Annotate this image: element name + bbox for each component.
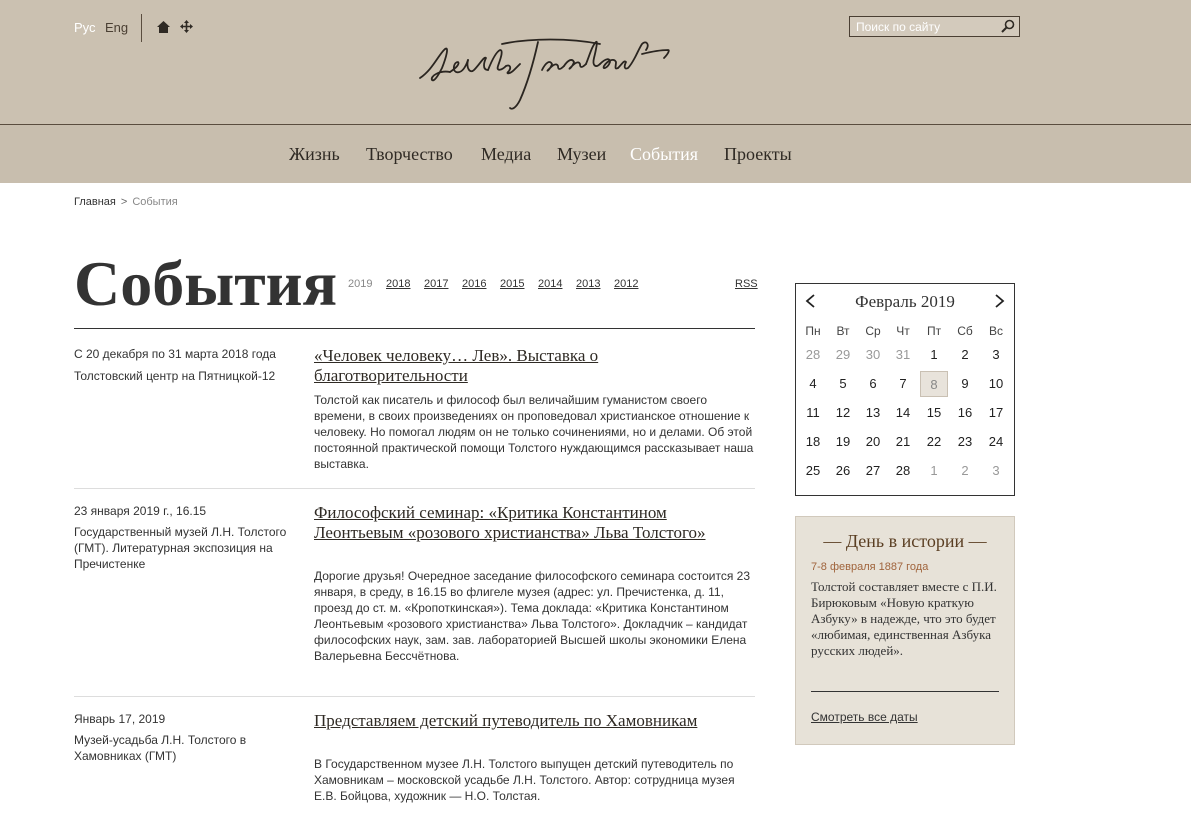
calendar-month: Февраль 2019 [855, 292, 955, 311]
calendar-day[interactable]: 25 [799, 458, 827, 484]
calendar-weekday: Пн [805, 324, 821, 338]
event-place: Толстовский центр на Пятницкой-12 [74, 369, 276, 383]
nav-item-events[interactable]: События [630, 144, 698, 165]
event-description: Дорогие друзья! Очередное заседание фило… [314, 569, 751, 663]
calendar-day[interactable]: 15 [920, 400, 948, 426]
event-date: С 20 декабря по 31 марта 2018 года [74, 347, 276, 361]
calendar-day[interactable]: 14 [889, 400, 917, 426]
calendar-day[interactable]: 1 [920, 342, 948, 368]
events-calendar: Февраль 2019 Пн Вт Ср Чт Пт Сб Вс 28 29 30 31 1 2 3 4 5… [795, 283, 1015, 496]
history-text: Толстой составляет вместе с П.И. Бирюков… [811, 579, 997, 658]
title-divider [74, 328, 755, 329]
search-input[interactable] [850, 17, 1000, 36]
event-title-link[interactable]: Представляем детский путеводитель по Хам… [314, 711, 734, 731]
calendar-weekday: Чт [896, 324, 910, 338]
calendar-day[interactable]: 28 [889, 458, 917, 484]
header-top: Рус Eng [0, 0, 1191, 125]
calendar-day[interactable]: 27 [859, 458, 887, 484]
calendar-day[interactable]: 5 [829, 371, 857, 397]
calendar-day[interactable]: 21 [889, 429, 917, 455]
breadcrumb-separator: > [120, 196, 128, 208]
calendar-weekday: Сб [957, 324, 973, 338]
breadcrumb: Главная > События [74, 196, 178, 208]
search-box [849, 16, 1020, 37]
calendar-day[interactable]: 2 [951, 458, 979, 484]
calendar-day[interactable]: 22 [920, 429, 948, 455]
year-link[interactable]: 2012 [614, 278, 638, 290]
event-place: Музей-усадьба Л.Н. Толстого в Хамовниках… [74, 733, 247, 763]
calendar-day[interactable]: 30 [859, 342, 887, 368]
event-description: В Государственном музее Л.Н. Толстого вы… [314, 757, 735, 803]
event-place: Государственный музей Л.Н. Толстого (ГМТ… [74, 525, 287, 571]
calendar-day[interactable]: 1 [920, 458, 948, 484]
day-in-history: — День в истории — 7-8 февраля 1887 года… [795, 516, 1015, 745]
lang-en-link[interactable]: Eng [105, 20, 128, 35]
year-link[interactable]: 2016 [462, 278, 486, 290]
page-title: События [74, 248, 338, 319]
event-date: 23 января 2019 г., 16.15 [74, 504, 207, 518]
calendar-day[interactable]: 2 [951, 342, 979, 368]
calendar-day[interactable]: 9 [951, 371, 979, 397]
year-link[interactable]: 2017 [424, 278, 448, 290]
year-link[interactable]: 2018 [386, 278, 410, 290]
home-icon[interactable] [157, 21, 170, 33]
nav-item-museums[interactable]: Музеи [557, 144, 606, 165]
header-divider [141, 14, 142, 42]
calendar-day[interactable]: 12 [829, 400, 857, 426]
site-header: Рус Eng Поиск по сайту Жизнь Творчество … [0, 0, 1191, 183]
history-title: — День в истории — [823, 531, 987, 551]
calendar-day[interactable]: 3 [982, 342, 1010, 368]
nav-item-projects[interactable]: Проекты [724, 144, 792, 165]
event-title-link[interactable]: «Человек человеку… Лев». Выставка о благ… [314, 346, 734, 386]
breadcrumb-current: События [132, 196, 178, 208]
event-divider [74, 488, 755, 489]
calendar-weekday: Пт [926, 324, 942, 338]
calendar-day[interactable]: 16 [951, 400, 979, 426]
search-icon[interactable] [1001, 19, 1015, 33]
calendar-day[interactable]: 10 [982, 371, 1010, 397]
sitemap-icon[interactable] [180, 20, 193, 33]
event-divider [74, 696, 755, 697]
calendar-day[interactable]: 11 [799, 400, 827, 426]
event-title-link[interactable]: Философский семинар: «Критика Константин… [314, 503, 734, 543]
calendar-day-today[interactable]: 8 [920, 371, 948, 397]
signature-logo[interactable] [410, 30, 680, 115]
year-link[interactable]: 2014 [538, 278, 562, 290]
calendar-day[interactable]: 4 [799, 371, 827, 397]
calendar-day[interactable]: 19 [829, 429, 857, 455]
chevron-right-icon[interactable] [992, 294, 1006, 308]
nav-item-media[interactable]: Медиа [481, 144, 531, 165]
calendar-day[interactable]: 13 [859, 400, 887, 426]
calendar-day[interactable]: 31 [889, 342, 917, 368]
rss-link[interactable]: RSS [735, 278, 758, 290]
year-link[interactable]: 2013 [576, 278, 600, 290]
calendar-day[interactable]: 29 [829, 342, 857, 368]
calendar-day[interactable]: 7 [889, 371, 917, 397]
calendar-weekday: Ср [865, 324, 881, 338]
calendar-weekday: Вт [836, 324, 850, 338]
calendar-day[interactable]: 17 [982, 400, 1010, 426]
year-link[interactable]: 2015 [500, 278, 524, 290]
history-divider [811, 691, 999, 692]
nav-item-life[interactable]: Жизнь [289, 144, 340, 165]
calendar-day[interactable]: 3 [982, 458, 1010, 484]
all-dates-link[interactable]: Смотреть все даты [811, 710, 918, 724]
year-current: 2019 [348, 278, 373, 290]
calendar-day[interactable]: 26 [829, 458, 857, 484]
calendar-day[interactable]: 6 [859, 371, 887, 397]
event-date: Январь 17, 2019 [74, 712, 166, 726]
calendar-day[interactable]: 20 [859, 429, 887, 455]
calendar-day[interactable]: 18 [799, 429, 827, 455]
calendar-day[interactable]: 24 [982, 429, 1010, 455]
event-description: Толстой как писатель и философ был велич… [314, 393, 754, 471]
main-nav: Жизнь Творчество Медиа Музеи События Про… [0, 126, 1191, 183]
calendar-day[interactable]: 28 [799, 342, 827, 368]
lang-ru-link[interactable]: Рус [74, 20, 96, 35]
calendar-weekday: Вс [988, 324, 1003, 338]
calendar-day[interactable]: 23 [951, 429, 979, 455]
history-date: 7-8 февраля 1887 года [811, 561, 929, 573]
nav-item-works[interactable]: Творчество [366, 144, 453, 165]
breadcrumb-home-link[interactable]: Главная [74, 196, 116, 208]
